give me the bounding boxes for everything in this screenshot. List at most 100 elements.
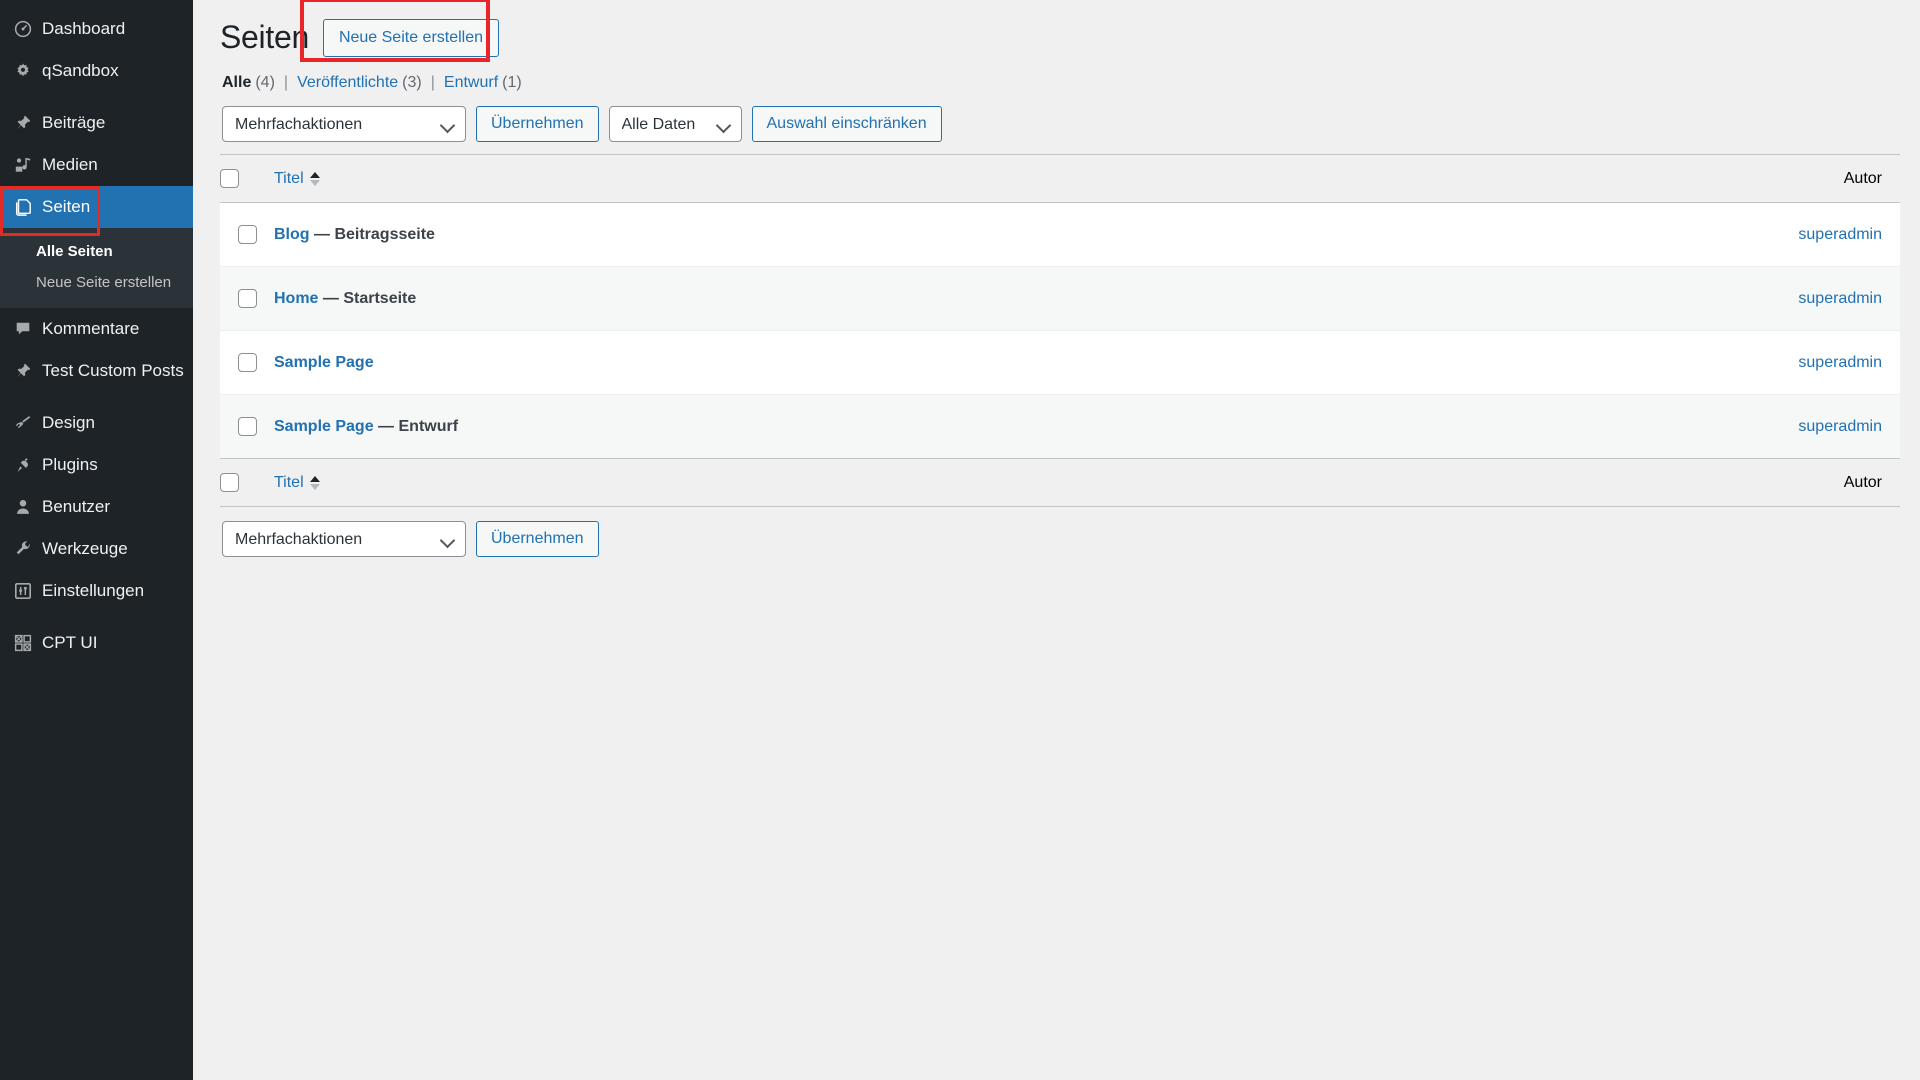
comment-icon bbox=[10, 320, 36, 338]
sidebar-item-label: Medien bbox=[42, 155, 98, 175]
row-checkbox-cell bbox=[220, 203, 268, 267]
add-new-page-button[interactable]: Neue Seite erstellen bbox=[323, 19, 499, 56]
sidebar-item-plugins[interactable]: Plugins bbox=[0, 444, 193, 486]
apply-button-bottom[interactable]: Übernehmen bbox=[476, 521, 599, 557]
filter-separator: | bbox=[431, 74, 435, 92]
row-author-cell: superadmin bbox=[1331, 267, 1900, 331]
filter-separator: | bbox=[284, 74, 288, 92]
sidebar-item-label: CPT UI bbox=[42, 633, 97, 653]
sidebar-item-label: Einstellungen bbox=[42, 581, 144, 601]
column-title-label: Titel bbox=[274, 170, 304, 188]
main-content: Seiten Neue Seite erstellen Alle(4) | Verö… bbox=[193, 0, 1920, 1080]
select-all-footer bbox=[220, 459, 268, 507]
dates-filter-select[interactable]: Alle Daten bbox=[609, 106, 742, 142]
bulk-actions-select-wrap-bottom: Mehrfachaktionen bbox=[222, 521, 466, 557]
sidebar-item-benutzer[interactable]: Benutzer bbox=[0, 486, 193, 528]
table-foot: Titel Autor bbox=[220, 459, 1900, 507]
pin-icon bbox=[10, 362, 36, 380]
row-title-link[interactable]: Blog bbox=[274, 226, 310, 243]
bulk-actions-select-bottom[interactable]: Mehrfachaktionen bbox=[222, 521, 466, 557]
select-all-checkbox-top[interactable] bbox=[220, 169, 239, 188]
submenu-item-neue-seite-erstellen[interactable]: Neue Seite erstellen bbox=[0, 267, 193, 298]
sidebar-item-qsandbox[interactable]: qSandbox bbox=[0, 50, 193, 92]
filter-count: (4) bbox=[255, 74, 275, 92]
sidebar-separator bbox=[0, 92, 193, 102]
row-author-cell: superadmin bbox=[1331, 203, 1900, 267]
dates-select-wrap: Alle Daten bbox=[609, 106, 742, 142]
tablenav-bottom: Mehrfachaktionen Übernehmen bbox=[222, 521, 1900, 557]
pages-icon bbox=[10, 198, 36, 216]
row-title-suffix: — Entwurf bbox=[374, 418, 458, 435]
tablenav-top: Mehrfachaktionen Übernehmen Alle Daten A… bbox=[222, 106, 1900, 142]
row-author-cell: superadmin bbox=[1331, 331, 1900, 395]
table-row: Home — Startseite superadmin bbox=[220, 267, 1900, 331]
dashboard-icon bbox=[10, 20, 36, 38]
row-title-link[interactable]: Home bbox=[274, 290, 318, 307]
table-row: Blog — Beitragsseite superadmin bbox=[220, 203, 1900, 267]
bulk-actions-select-top[interactable]: Mehrfachaktionen bbox=[222, 106, 466, 142]
sidebar-item-label: Test Custom Posts bbox=[42, 361, 184, 381]
sort-by-title-link-top[interactable]: Titel bbox=[274, 170, 320, 188]
sidebar-item-label: Plugins bbox=[42, 455, 98, 475]
sidebar-item-medien[interactable]: Medien bbox=[0, 144, 193, 186]
sidebar-item-seiten[interactable]: Seiten bbox=[0, 186, 193, 228]
sort-by-title-link-bottom[interactable]: Titel bbox=[274, 474, 320, 492]
status-filter-links: Alle(4) | Veröffentlichte(3) | Entwurf(1) bbox=[222, 74, 1900, 92]
bulk-actions-select-wrap: Mehrfachaktionen bbox=[222, 106, 466, 142]
filter-link-ver-ffentlichte[interactable]: Veröffentlichte bbox=[297, 74, 398, 92]
sidebar-separator bbox=[0, 612, 193, 622]
sidebar-item-cpt-ui[interactable]: CPT UI bbox=[0, 622, 193, 664]
sidebar-submenu-seiten: Alle SeitenNeue Seite erstellen bbox=[0, 228, 193, 308]
sidebar-item-kommentare[interactable]: Kommentare bbox=[0, 308, 193, 350]
row-title-suffix: — Beitragsseite bbox=[310, 226, 435, 243]
sidebar-item-label: Kommentare bbox=[42, 319, 139, 339]
sidebar-item-label: Beiträge bbox=[42, 113, 105, 133]
row-author-link[interactable]: superadmin bbox=[1798, 226, 1882, 243]
sidebar-item-label: Design bbox=[42, 413, 95, 433]
sidebar-item-test-custom-posts[interactable]: Test Custom Posts bbox=[0, 350, 193, 392]
row-checkbox-cell bbox=[220, 395, 268, 459]
filter-button[interactable]: Auswahl einschränken bbox=[752, 106, 942, 142]
row-title-cell: Home — Startseite bbox=[268, 267, 1331, 331]
sliders-icon bbox=[10, 582, 36, 600]
row-title-link[interactable]: Sample Page bbox=[274, 354, 374, 371]
table-header-row: Titel Autor bbox=[220, 155, 1900, 203]
filter-count: (3) bbox=[402, 74, 422, 92]
sidebar-item-werkzeuge[interactable]: Werkzeuge bbox=[0, 528, 193, 570]
page-title: Seiten bbox=[220, 17, 309, 59]
sidebar-item-beitraege[interactable]: Beiträge bbox=[0, 102, 193, 144]
pages-table: Titel Autor Blog — Beitragsseite superadm… bbox=[220, 154, 1900, 507]
row-checkbox[interactable] bbox=[238, 417, 257, 436]
column-header-title: Titel bbox=[268, 155, 1331, 203]
row-title-cell: Sample Page — Entwurf bbox=[268, 395, 1331, 459]
sort-indicator-icon bbox=[310, 172, 320, 186]
select-all-checkbox-bottom[interactable] bbox=[220, 473, 239, 492]
filter-count: (1) bbox=[502, 74, 522, 92]
sidebar-item-dashboard[interactable]: Dashboard bbox=[0, 8, 193, 50]
column-footer-title: Titel bbox=[268, 459, 1331, 507]
plug-icon bbox=[10, 456, 36, 474]
page-header: Seiten Neue Seite erstellen bbox=[220, 10, 1900, 66]
sidebar-item-einstellungen[interactable]: Einstellungen bbox=[0, 570, 193, 612]
row-checkbox[interactable] bbox=[238, 225, 257, 244]
filter-link-entwurf[interactable]: Entwurf bbox=[444, 74, 498, 92]
row-checkbox[interactable] bbox=[238, 289, 257, 308]
column-title-label-bottom: Titel bbox=[274, 474, 304, 492]
row-title-link[interactable]: Sample Page bbox=[274, 418, 374, 435]
sort-indicator-icon-bottom bbox=[310, 476, 320, 490]
apply-button-top[interactable]: Übernehmen bbox=[476, 106, 599, 142]
row-author-link[interactable]: superadmin bbox=[1798, 290, 1882, 307]
filter-link-alle[interactable]: Alle bbox=[222, 74, 251, 92]
row-author-link[interactable]: superadmin bbox=[1798, 354, 1882, 371]
row-author-link[interactable]: superadmin bbox=[1798, 418, 1882, 435]
sidebar-item-label: Benutzer bbox=[42, 497, 110, 517]
row-author-cell: superadmin bbox=[1331, 395, 1900, 459]
grid-icon bbox=[10, 634, 36, 652]
sidebar-top-group: DashboardqSandbox Beiträge Medien bbox=[0, 8, 193, 186]
table-row: Sample Page — Entwurf superadmin bbox=[220, 395, 1900, 459]
sidebar-item-label: Seiten bbox=[42, 197, 90, 217]
sidebar-separator bbox=[0, 392, 193, 402]
sidebar-item-design[interactable]: Design bbox=[0, 402, 193, 444]
row-checkbox[interactable] bbox=[238, 353, 257, 372]
submenu-item-alle-seiten[interactable]: Alle Seiten bbox=[0, 236, 193, 267]
